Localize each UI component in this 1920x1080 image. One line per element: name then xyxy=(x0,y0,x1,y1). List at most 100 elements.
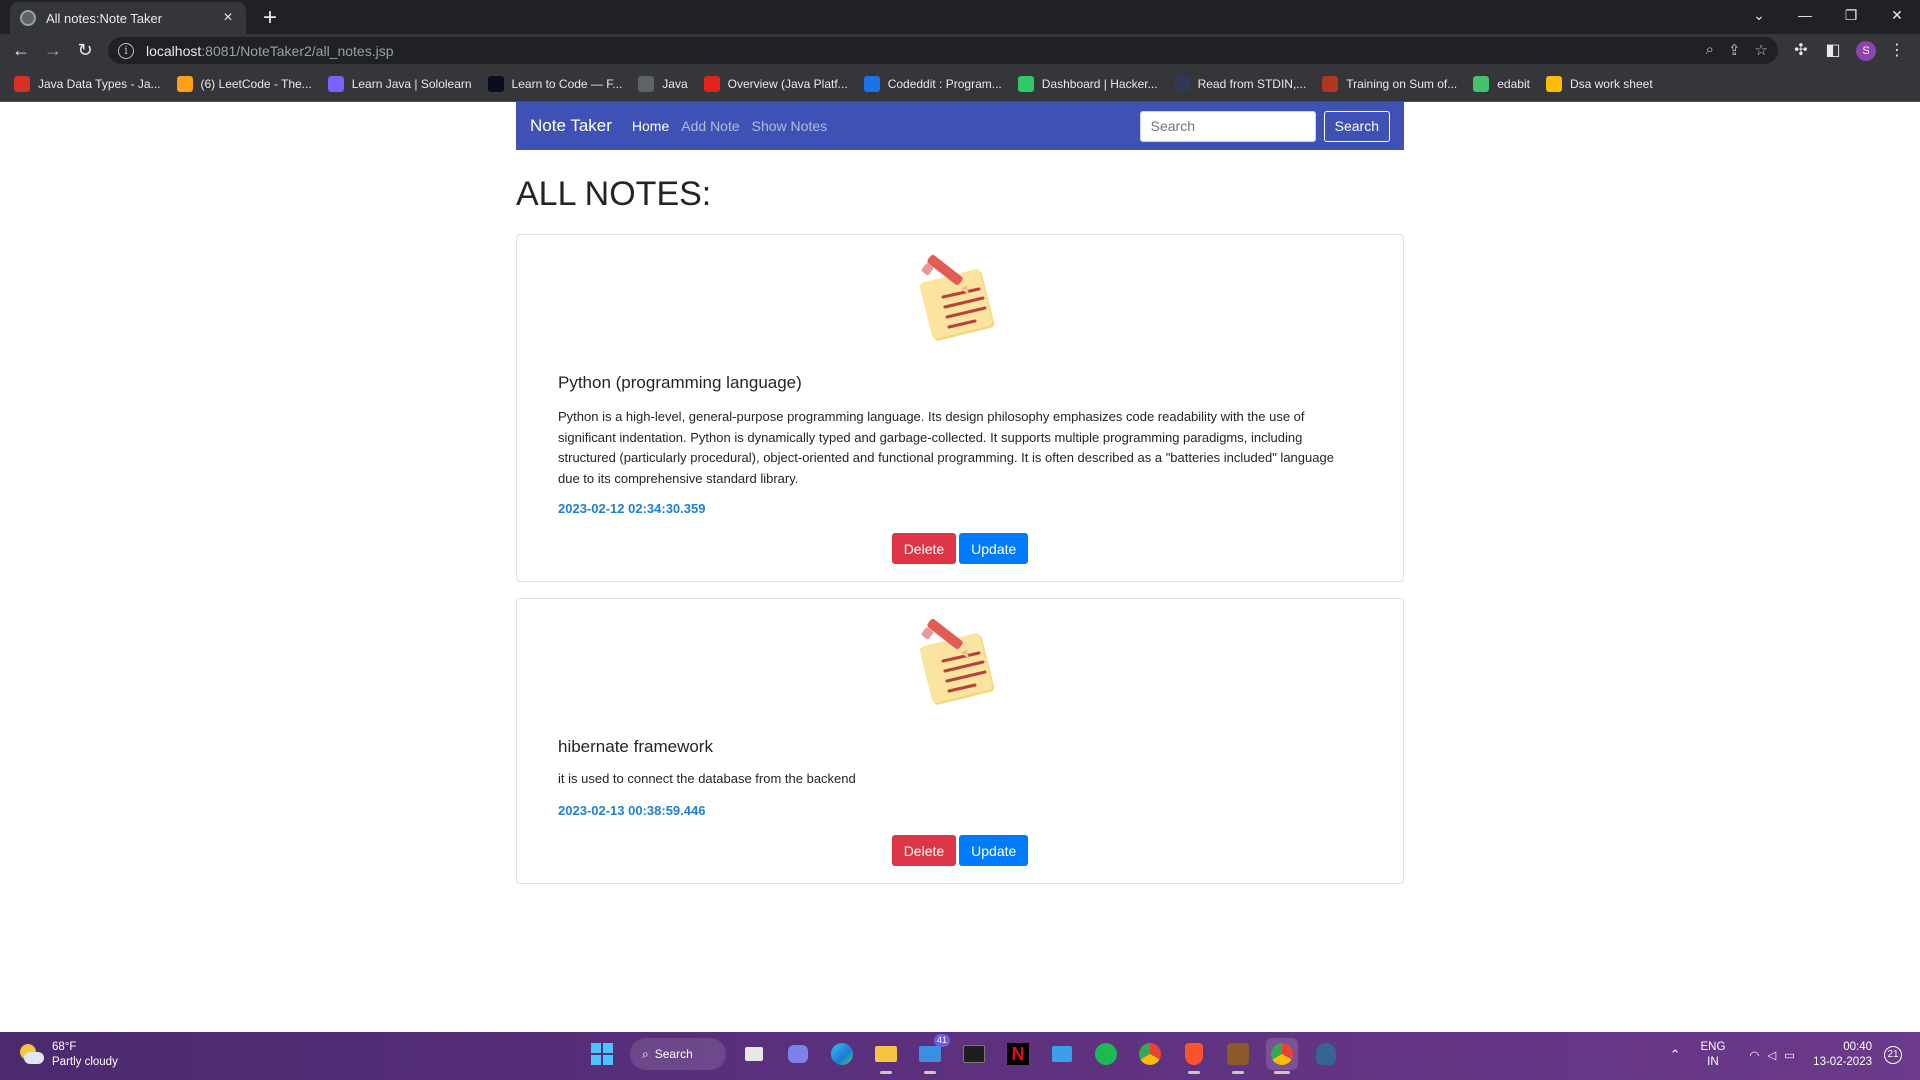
oracle-icon xyxy=(703,75,720,92)
bookmark-item[interactable]: Java xyxy=(638,75,688,92)
profile-avatar[interactable]: S xyxy=(1856,41,1876,61)
edge-browser-icon[interactable] xyxy=(826,1038,858,1070)
delete-button[interactable]: Delete xyxy=(891,533,957,564)
minimize-button[interactable]: — xyxy=(1782,0,1828,34)
restore-button[interactable]: ❐ xyxy=(1828,0,1874,34)
close-tab-icon[interactable]: × xyxy=(220,9,236,27)
note-actions: Delete Update xyxy=(517,835,1403,866)
teams-chat-icon[interactable] xyxy=(782,1038,814,1070)
bookmark-label: Training on Sum of... xyxy=(1346,76,1458,91)
bookmark-label: Codeddit : Program... xyxy=(887,76,1002,91)
bookmark-item[interactable]: Java Data Types - Ja... xyxy=(14,75,161,92)
clock[interactable]: 00:40 13-02-2023 xyxy=(1813,1040,1872,1070)
bookmark-label: (6) LeetCode - The... xyxy=(200,76,312,91)
taskbar-search[interactable]: ⌕ Search xyxy=(630,1038,726,1070)
search-button[interactable]: Search xyxy=(1323,110,1390,142)
code-icon xyxy=(863,75,880,92)
battery-icon[interactable]: ▭ xyxy=(1784,1048,1795,1062)
hackerearth-icon xyxy=(1173,75,1190,92)
mail-badge: 41 xyxy=(933,1034,950,1047)
browser-titlebar: All notes:Note Taker × + ⌄ — ❐ ✕ xyxy=(0,0,1920,34)
share-icon[interactable]: ⇪ xyxy=(1728,41,1741,59)
windows-taskbar: 68°F Partly cloudy ⌕ Search 41 N ⌃ ENG I… xyxy=(0,1032,1920,1080)
bookmark-item[interactable]: Learn Java | Sololearn xyxy=(327,75,472,92)
terminal-icon[interactable] xyxy=(958,1038,990,1070)
back-arrow-icon[interactable]: ← xyxy=(8,38,34,64)
globe-icon xyxy=(20,10,36,26)
new-tab-button[interactable]: + xyxy=(256,4,284,32)
bookmark-item[interactable]: Dsa work sheet xyxy=(1545,75,1653,92)
nav-show-notes-link[interactable]: Show Notes xyxy=(752,118,827,134)
game-app-icon[interactable] xyxy=(1222,1038,1254,1074)
bookmark-item[interactable]: Learn to Code — F... xyxy=(487,75,622,92)
note-card: hibernate framework it is used to connec… xyxy=(516,598,1404,884)
browser-menu-icon[interactable]: ⋮ xyxy=(1884,38,1910,64)
netflix-icon[interactable]: N xyxy=(1002,1038,1034,1070)
note-title: Python (programming language) xyxy=(558,373,802,392)
show-hidden-icons-chevron[interactable]: ⌃ xyxy=(1670,1047,1681,1063)
nav-add-note-link[interactable]: Add Note xyxy=(681,118,739,134)
volume-icon[interactable]: ◁ xyxy=(1767,1048,1776,1062)
postgresql-icon[interactable] xyxy=(1310,1038,1342,1070)
url-text[interactable]: localhost:8081/NoteTaker2/all_notes.jsp xyxy=(146,43,394,59)
address-bar[interactable]: i localhost:8081/NoteTaker2/all_notes.js… xyxy=(108,37,1778,64)
language-indicator[interactable]: ENG IN xyxy=(1700,1040,1725,1070)
extensions-puzzle-icon[interactable]: ✣ xyxy=(1788,38,1814,64)
tab-search-chevron-icon[interactable]: ⌄ xyxy=(1736,0,1782,34)
update-button[interactable]: Update xyxy=(959,835,1029,866)
sololearn-icon xyxy=(327,75,344,92)
bookmark-label: Dashboard | Hacker... xyxy=(1041,76,1158,91)
bookmark-star-icon[interactable]: ☆ xyxy=(1755,41,1768,59)
desktop-app-icon[interactable] xyxy=(1046,1038,1078,1070)
update-button[interactable]: Update xyxy=(959,533,1029,564)
bookmark-item[interactable]: (6) LeetCode - The... xyxy=(176,75,312,92)
chrome-profile-icon[interactable] xyxy=(1266,1038,1298,1074)
browser-toolbar: ← → ↻ i localhost:8081/NoteTaker2/all_no… xyxy=(0,34,1920,66)
forward-arrow-icon[interactable]: → xyxy=(40,38,66,64)
note-title: hibernate framework xyxy=(558,737,713,756)
weather-temp: 68°F xyxy=(52,1041,77,1053)
browser-tab-active[interactable]: All notes:Note Taker × xyxy=(10,2,246,34)
clock-date: 13-02-2023 xyxy=(1813,1056,1872,1068)
leetcode-icon xyxy=(176,75,193,92)
delete-button[interactable]: Delete xyxy=(891,835,957,866)
bookmark-label: Java xyxy=(662,76,688,91)
close-window-button[interactable]: ✕ xyxy=(1874,0,1920,34)
note-content: Python is a high-level, general-purpose … xyxy=(558,409,1334,486)
bookmark-item[interactable]: Dashboard | Hacker... xyxy=(1017,75,1158,92)
bookmark-item[interactable]: Overview (Java Platf... xyxy=(703,75,848,92)
zoom-icon[interactable]: ⌕ xyxy=(1706,41,1714,59)
note-pencil-icon xyxy=(919,255,995,341)
chrome-icon[interactable] xyxy=(1134,1038,1166,1070)
bookmark-item[interactable]: Read from STDIN,... xyxy=(1173,75,1306,92)
google-drive-icon xyxy=(1545,75,1562,92)
notification-count[interactable]: 21 xyxy=(1884,1046,1902,1064)
side-panel-icon[interactable]: ◧ xyxy=(1820,38,1846,64)
brand-link[interactable]: Note Taker xyxy=(530,116,612,136)
taskbar-search-label: Search xyxy=(654,1047,693,1061)
search-input[interactable] xyxy=(1139,110,1316,142)
brave-icon[interactable] xyxy=(1178,1038,1210,1074)
app-navbar: Note Taker Home Add Note Show Notes Sear… xyxy=(516,102,1404,150)
spotify-icon[interactable] xyxy=(1090,1038,1122,1070)
partly-cloudy-icon xyxy=(18,1042,44,1068)
note-card: Python (programming language) Python is … xyxy=(516,234,1404,582)
bookmark-item[interactable]: Codeddit : Program... xyxy=(863,75,1002,92)
weather-widget[interactable]: 68°F Partly cloudy xyxy=(18,1040,118,1070)
note-actions: Delete Update xyxy=(517,533,1403,564)
hackerrank-icon xyxy=(1017,75,1034,92)
site-info-icon[interactable]: i xyxy=(118,42,134,59)
file-explorer-icon[interactable] xyxy=(870,1038,902,1074)
windows-start-icon[interactable] xyxy=(586,1038,618,1070)
bookmark-label: Learn Java | Sololearn xyxy=(351,76,472,91)
note-date: 2023-02-12 02:34:30.359 xyxy=(558,501,706,516)
nav-home-link[interactable]: Home xyxy=(632,118,669,134)
wifi-icon[interactable]: ◠ xyxy=(1749,1048,1759,1062)
bookmark-item[interactable]: edabit xyxy=(1473,75,1530,92)
mail-icon[interactable]: 41 xyxy=(914,1034,950,1074)
bookmark-item[interactable]: Training on Sum of... xyxy=(1322,75,1458,92)
reload-icon[interactable]: ↻ xyxy=(72,38,98,64)
taskbar-apps: ⌕ Search 41 N xyxy=(586,1034,1342,1074)
task-view-icon[interactable] xyxy=(738,1038,770,1070)
note-content: it is used to connect the database from … xyxy=(558,771,856,786)
